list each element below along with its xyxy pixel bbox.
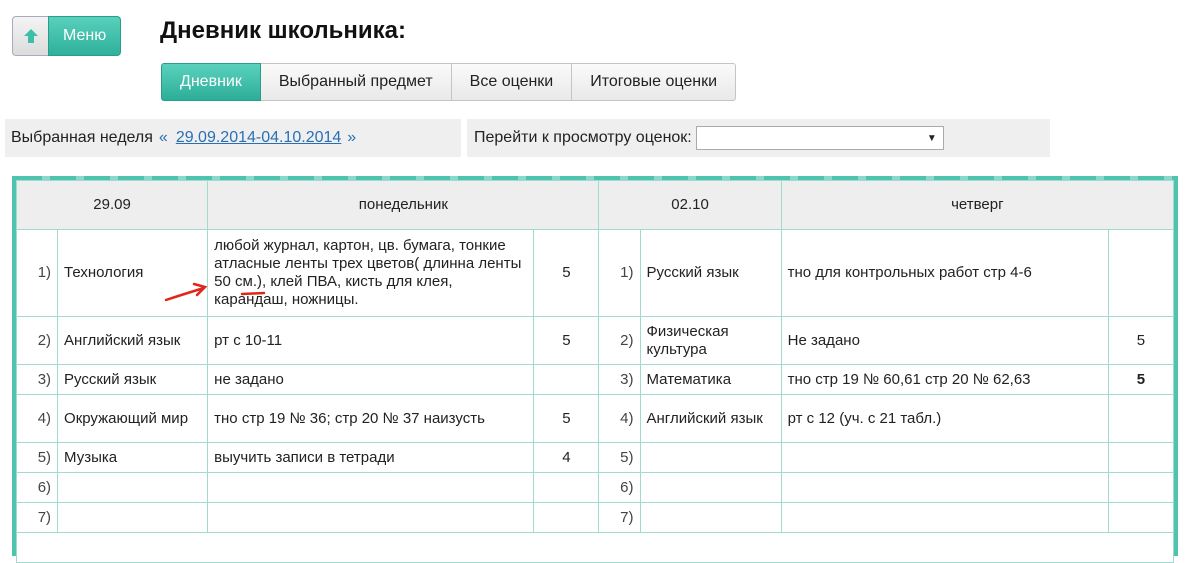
table-footer-row [16,532,1174,563]
lesson-grade [533,472,600,503]
lesson-homework: рт с 10-11 [207,316,535,365]
arrow-up-icon [23,29,38,43]
lesson-grade [1107,394,1175,443]
lesson-homework [207,502,535,533]
lesson-number: 5) [15,442,59,473]
lesson-grade: 5 [1107,364,1175,395]
scroll-up-button[interactable] [12,16,48,56]
lesson-number: 6) [15,472,59,503]
lesson-subject: Окружающий мир [57,394,209,443]
lesson-number: 7) [598,502,641,533]
lesson-number: 3) [598,364,641,395]
next-week-link[interactable]: » [347,129,356,147]
lesson-homework: рт с 12 (уч. с 21 табл.) [780,394,1109,443]
lesson-number: 1) [598,229,641,317]
lesson-number: 7) [15,502,59,533]
lesson-number: 4) [15,394,59,443]
grades-view-select[interactable]: ▼ [695,126,944,150]
lesson-subject: Русский язык [639,229,782,317]
lesson-homework: тно стр 19 № 36; стр 20 № 37 наизусть [207,394,535,443]
lesson-subject: Математика [639,364,782,395]
lesson-grade: 5 [1107,316,1175,365]
table-row: 7) 7) [15,502,1175,533]
table-row: 6) 6) [15,472,1175,503]
lesson-number: 1) [15,229,59,317]
page-title: Дневник школьника: [160,17,406,44]
lesson-grade: 4 [533,442,600,473]
lesson-grade [533,502,600,533]
lesson-homework: не задано [207,364,535,395]
lesson-homework [207,472,535,503]
table-row: 3) Русский язык не задано 3) Математика … [15,364,1175,395]
lesson-subject: Музыка [57,442,209,473]
lesson-subject [57,472,209,503]
lesson-subject [639,472,782,503]
diary-panel: 29.09 понедельник 02.10 четверг 1) Техно… [12,176,1178,563]
week-range-link[interactable]: 29.09.2014-04.10.2014 [176,129,341,147]
day-header-row: 29.09 понедельник 02.10 четверг [15,180,1175,230]
lesson-subject: Физическая культура [639,316,782,365]
lesson-grade [1107,442,1175,473]
lesson-grade: 5 [533,394,600,443]
right-day-date: 02.10 [598,180,782,230]
lesson-grade [533,364,600,395]
lesson-homework: тно стр 19 № 60,61 стр 20 № 62,63 [780,364,1109,395]
lesson-homework [780,502,1109,533]
tab-final-grades[interactable]: Итоговые оценки [572,63,737,101]
lesson-grade [1107,229,1175,317]
lesson-homework: выучить записи в тетради [207,442,535,473]
tab-diary[interactable]: Дневник [161,63,261,101]
lesson-homework: тно для контрольных работ стр 4-6 [780,229,1109,317]
diary-table: 29.09 понедельник 02.10 четверг 1) Техно… [15,180,1175,563]
tab-all-grades[interactable]: Все оценки [451,63,573,101]
lesson-number: 6) [598,472,641,503]
lesson-number: 2) [15,316,59,365]
lesson-subject [639,502,782,533]
lesson-number: 5) [598,442,641,473]
goto-grades-label: Перейти к просмотру оценок: [474,129,692,146]
dropdown-arrow-icon: ▼ [926,132,937,144]
table-row [16,532,1174,563]
lesson-subject [57,502,209,533]
lesson-number: 4) [598,394,641,443]
top-controls: Меню [12,16,122,56]
lesson-grade [1107,472,1175,503]
menu-button[interactable]: Меню [48,16,122,56]
lesson-grade: 5 [533,316,600,365]
lesson-number: 3) [15,364,59,395]
left-day-date: 29.09 [15,180,209,230]
lesson-subject: Русский язык [57,364,209,395]
lesson-subject: Английский язык [57,316,209,365]
lesson-homework [780,442,1109,473]
lesson-subject [639,442,782,473]
lesson-grade [1107,502,1175,533]
week-selector: Выбранная неделя « 29.09.2014-04.10.2014… [5,119,461,157]
table-row: 4) Окружающий мир тно стр 19 № 36; стр 2… [15,394,1175,443]
tab-selected-subject[interactable]: Выбранный предмет [260,63,452,101]
goto-grades-bar: Перейти к просмотру оценок: ▼ [467,119,1050,157]
week-label: Выбранная неделя [11,129,153,146]
lesson-homework [780,472,1109,503]
prev-week-link[interactable]: « [159,129,168,147]
lesson-number: 2) [598,316,641,365]
lesson-subject: Английский язык [639,394,782,443]
right-day-weekday: четверг [780,180,1175,230]
lesson-homework: Не задано [780,316,1109,365]
lesson-grade: 5 [533,229,600,317]
left-day-weekday: понедельник [207,180,600,230]
table-row: 2) Английский язык рт с 10-11 5 2) Физич… [15,316,1175,365]
table-row: 5) Музыка выучить записи в тетради 4 5) [15,442,1175,473]
red-annotation-arrow-icon [164,282,266,302]
tab-bar: Дневник Выбранный предмет Все оценки Ито… [161,63,737,101]
